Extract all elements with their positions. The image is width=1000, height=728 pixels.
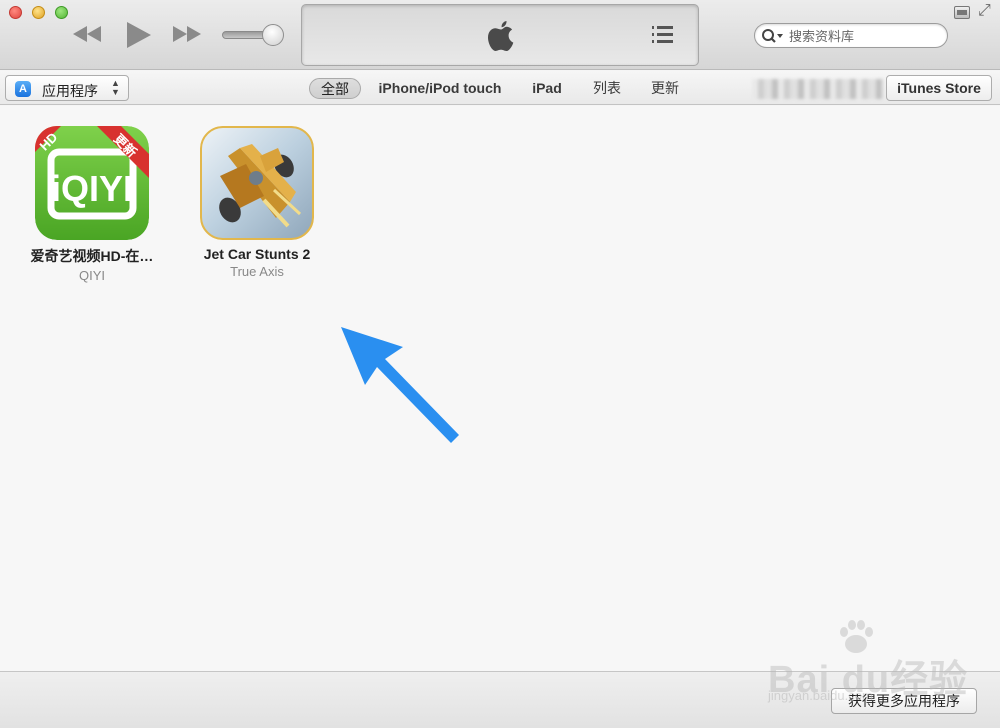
library-picker[interactable]: A 应用程序 ▲ ▼ [5,75,129,101]
app-store-icon: A [15,81,31,97]
minimize-icon[interactable] [32,6,45,19]
iqiyi-app-icon[interactable]: iQIYI HD 更新 [35,126,149,240]
updown-chevron-icon: ▲ ▼ [111,78,120,97]
lcd-display [301,4,699,66]
app-tile[interactable]: iQIYI HD 更新 爱奇艺视频HD-在… QIYI [7,126,177,283]
miniplayer-icon[interactable] [954,6,970,19]
volume-knob[interactable] [262,24,284,46]
tab-updates[interactable]: 更新 [645,78,685,99]
navbar: A 应用程序 ▲ ▼ 全部 iPhone/iPod touch iPad 列表 更… [0,71,1000,105]
tab-ipad[interactable]: iPad [524,78,570,99]
tab-list[interactable]: 列表 [585,78,629,99]
app-developer: QIYI [78,268,105,283]
app-name: 爱奇艺视频HD-在… [30,248,154,264]
search-icon[interactable] [761,28,785,44]
account-name-blurred[interactable] [752,79,884,99]
search-box [754,23,948,48]
footer: 获得更多应用程序 [0,671,1000,728]
tab-all[interactable]: 全部 [309,78,361,99]
app-grid: iQIYI HD 更新 爱奇艺视频HD-在… QIYI Jet Car Stun… [0,106,1000,671]
app-name: Jet Car Stunts 2 [203,246,311,262]
search-input[interactable] [789,27,939,45]
play-icon[interactable] [122,19,154,51]
apple-logo-icon [488,21,514,51]
tab-iphone-ipod-touch[interactable]: iPhone/iPod touch [372,78,508,99]
get-more-apps-button[interactable]: 获得更多应用程序 [831,688,977,714]
close-icon[interactable] [9,6,22,19]
up-next-icon[interactable] [652,25,674,45]
itunes-store-button[interactable]: iTunes Store [886,75,992,101]
iqiyi-logo-text: iQIYI [51,168,133,209]
previous-track-icon[interactable] [70,22,104,46]
library-label: 应用程序 [42,83,98,99]
next-track-icon[interactable] [170,22,204,46]
fullscreen-icon[interactable]: ⤢ [978,3,991,19]
zoom-icon[interactable] [55,6,68,19]
jet-car-stunts-app-icon[interactable] [200,126,314,240]
app-tile[interactable]: Jet Car Stunts 2 True Axis [172,126,342,279]
titlebar: ⤢ [0,0,1000,70]
blue-arrow-annotation [341,327,459,443]
app-developer: True Axis [230,264,284,279]
